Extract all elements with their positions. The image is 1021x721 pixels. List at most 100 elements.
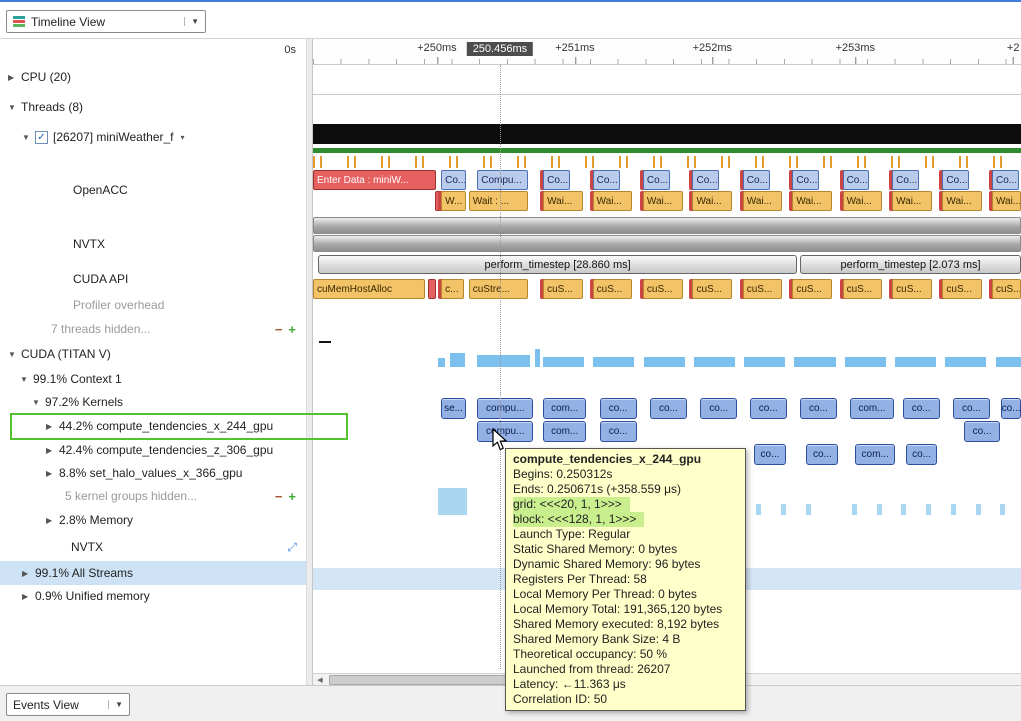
tree-arrow-icon[interactable]: ▼ (8, 350, 21, 359)
gpu-utilization-bar[interactable] (438, 358, 445, 367)
gpu-utilization-bar[interactable] (996, 357, 1021, 367)
kernel-bar[interactable]: se... (441, 398, 466, 419)
gpu-utilization-bar[interactable] (794, 357, 835, 367)
sidebar-row[interactable]: ✓ Profiler overhead ▾ −+ ⤢ (0, 294, 306, 316)
memory-transfer-bar[interactable] (806, 504, 811, 515)
dropdown-arrow-icon[interactable]: ▼ (108, 700, 123, 709)
hide-row-button[interactable]: − (275, 489, 283, 504)
memory-transfer-bar[interactable] (756, 504, 761, 515)
openacc-range-bar[interactable]: Co... (892, 170, 919, 190)
sidebar-row[interactable]: ▼ ✓ 99.1% Context 1 ▾ −+ ⤢ (0, 368, 306, 390)
openacc-wait-bar[interactable]: Wai... (692, 191, 732, 211)
tree-arrow-icon[interactable]: ▼ (20, 375, 33, 384)
cuda-api-bar[interactable]: cuMemHostAlloc (313, 279, 425, 299)
openacc-range-bar[interactable]: Co... (792, 170, 819, 190)
openacc-wait-bar[interactable]: Wai... (543, 191, 583, 211)
openacc-range-bar[interactable]: Co... (643, 170, 670, 190)
gpu-utilization-bar[interactable] (593, 357, 634, 367)
kernel-bar[interactable]: com... (850, 398, 893, 419)
kernel-bar[interactable]: co... (700, 398, 737, 419)
sidebar-row[interactable]: ✓ NVTX ▾ −+ ⤢ (0, 536, 306, 558)
thread-checkbox[interactable]: ✓ (35, 131, 48, 144)
openacc-range-bar[interactable]: Enter Data : miniW... (313, 170, 436, 190)
gpu-utilization-bar[interactable] (945, 357, 986, 367)
nvtx-range-bar[interactable]: perform_timestep [28.860 ms] (318, 255, 797, 274)
sidebar-row[interactable]: ▶ ✓ 2.8% Memory ▾ −+ ⤢ (0, 509, 306, 531)
sidebar-row[interactable]: ▶ ✓ 0.9% Unified memory ▾ −+ ⤢ (0, 585, 306, 607)
timeline-view-dropdown[interactable]: Timeline View ▼ (6, 10, 206, 33)
gpu-utilization-bar[interactable] (450, 353, 466, 367)
memory-transfer-bar[interactable] (926, 504, 931, 515)
nvtx-depth-bar-1[interactable] (313, 217, 1021, 234)
sidebar-row[interactable]: ▶ ✓ CPU (20) ▾ −+ ⤢ (0, 66, 306, 88)
openacc-range-bar[interactable]: Co... (942, 170, 969, 190)
kernel-bar[interactable]: co... (800, 398, 837, 419)
expand-row-icon[interactable]: ⤢ (287, 540, 297, 555)
sidebar-row[interactable]: ▼ ✓ [26207] miniWeather_f ▾ −+ ⤢ (0, 126, 306, 148)
cuda-api-bar[interactable]: cuS... (692, 279, 732, 299)
tree-arrow-icon[interactable]: ▶ (46, 422, 59, 431)
sidebar-row[interactable]: ✓ OpenACC ▾ −+ ⤢ (0, 179, 306, 201)
kernel-bar[interactable]: co... (754, 444, 786, 465)
scroll-left-button[interactable]: ◀ (313, 674, 327, 685)
gpu-utilization-bar[interactable] (845, 357, 886, 367)
thread-state-bar[interactable] (313, 124, 1021, 144)
restore-hidden-button[interactable]: + (288, 322, 296, 337)
cuda-api-bar[interactable]: c... (441, 279, 464, 299)
kernel-bar[interactable]: com... (543, 398, 586, 419)
openacc-range-bar[interactable]: Co... (992, 170, 1019, 190)
memory-transfer-bar[interactable] (877, 504, 882, 515)
openacc-wait-bar[interactable]: Wait : ... (469, 191, 528, 211)
nvtx-depth-bar-2[interactable] (313, 235, 1021, 252)
kernel-bar[interactable]: co... (806, 444, 838, 465)
kernel-bar[interactable]: com... (543, 421, 586, 442)
kernel-bar[interactable]: compu... (477, 398, 533, 419)
gpu-utilization-bar[interactable] (744, 357, 785, 367)
cuda-api-bar[interactable]: cuS... (543, 279, 583, 299)
sidebar-splitter[interactable] (306, 39, 313, 685)
cuda-api-bar[interactable]: cuStre... (469, 279, 528, 299)
sidebar-row[interactable]: ✓ NVTX ▾ −+ ⤢ (0, 233, 306, 255)
sidebar-row[interactable]: ✓ 7 threads hidden... ▾ −+ ⤢ (0, 318, 306, 340)
kernel-bar[interactable]: co... (906, 444, 938, 465)
restore-hidden-button[interactable]: + (288, 489, 296, 504)
openacc-range-bar[interactable]: Compu... (477, 170, 528, 190)
kernel-bar[interactable]: com... (855, 444, 895, 465)
cuda-api-bar[interactable]: cuS... (792, 279, 832, 299)
tree-arrow-icon[interactable]: ▶ (46, 469, 59, 478)
sidebar-row[interactable]: ▼ ✓ 97.2% Kernels ▾ −+ ⤢ (0, 391, 306, 413)
tree-arrow-icon[interactable]: ▼ (8, 103, 21, 112)
sidebar-row[interactable]: ✓ 5 kernel groups hidden... ▾ −+ ⤢ (0, 485, 306, 507)
sidebar-row[interactable]: ▶ ✓ 99.1% All Streams ▾ −+ ⤢ (0, 561, 306, 585)
nvtx-range-bar[interactable]: perform_timestep [2.073 ms] (800, 255, 1021, 274)
kernel-bar[interactable]: co... (650, 398, 687, 419)
tree-arrow-icon[interactable]: ▼ (22, 133, 35, 142)
sidebar-row[interactable]: ▼ ✓ CUDA (TITAN V) ▾ −+ ⤢ (0, 343, 306, 365)
sidebar-row[interactable]: ▶ ✓ 42.4% compute_tendencies_z_306_gpu ▾… (0, 439, 306, 461)
memory-transfer-bar[interactable] (438, 488, 468, 515)
hide-row-button[interactable]: − (275, 322, 283, 337)
dropdown-arrow-icon[interactable]: ▼ (184, 17, 199, 26)
openacc-wait-bar[interactable]: Wai... (843, 191, 883, 211)
kernel-bar[interactable]: co... (1001, 398, 1021, 419)
kernel-bar[interactable]: co... (953, 398, 990, 419)
memory-transfer-bar[interactable] (901, 504, 906, 515)
openacc-range-bar[interactable]: Co... (692, 170, 719, 190)
sidebar-row[interactable]: ✓ CUDA API ▾ −+ ⤢ (0, 268, 306, 290)
cuda-api-bar[interactable]: cuS... (643, 279, 683, 299)
openacc-wait-bar[interactable]: Wai... (892, 191, 932, 211)
openacc-wait-bar[interactable]: Wai... (992, 191, 1021, 211)
cuda-api-bar[interactable]: cuS... (892, 279, 932, 299)
gpu-utilization-bar[interactable] (694, 357, 735, 367)
tree-arrow-icon[interactable]: ▶ (46, 516, 59, 525)
openacc-range-bar[interactable]: Co... (593, 170, 620, 190)
openacc-wait-bar[interactable]: Wai... (643, 191, 683, 211)
openacc-range-bar[interactable]: Co... (843, 170, 870, 190)
kernel-bar[interactable]: co... (750, 398, 787, 419)
row-menu-icon[interactable]: ▾ (181, 133, 185, 142)
memory-transfer-bar[interactable] (781, 504, 786, 515)
memory-transfer-bar[interactable] (1000, 504, 1005, 515)
memory-transfer-bar[interactable] (852, 504, 857, 515)
openacc-range-bar[interactable]: Co... (543, 170, 570, 190)
kernel-bar[interactable]: co... (964, 421, 1001, 442)
